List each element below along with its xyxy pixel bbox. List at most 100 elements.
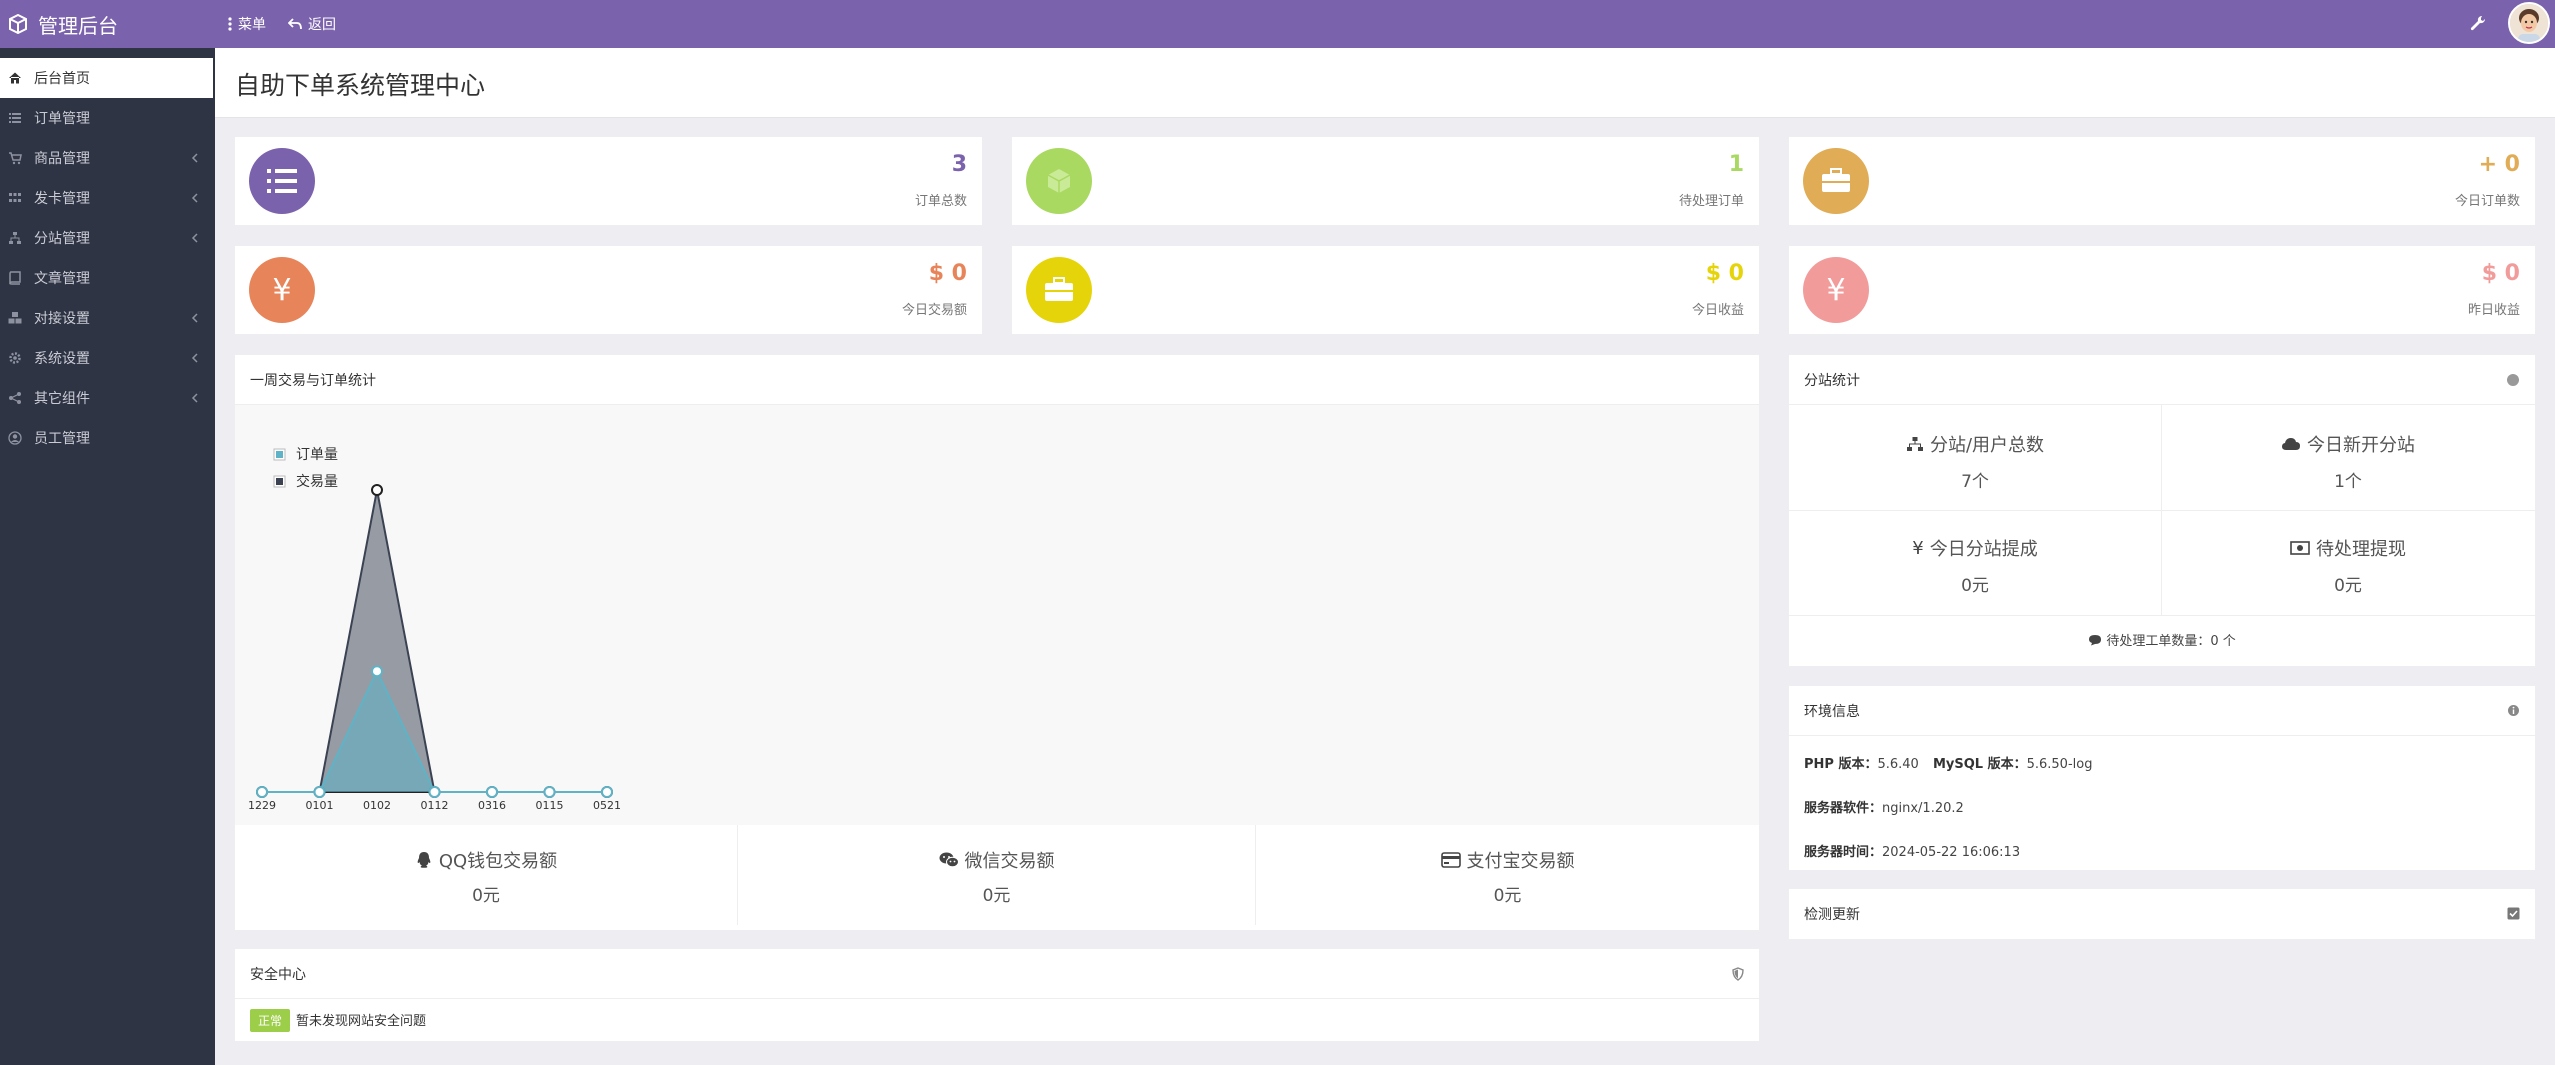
legend-label: 交易量 [296,473,338,490]
payment-value: 0元 [982,886,1011,906]
yen-icon: ¥ [1803,257,1869,323]
circle-icon[interactable] [2506,373,2520,387]
chevron-left-icon [191,313,198,323]
security-panel-header: 安全中心 [235,949,1759,999]
x-tick-label: 0112 [421,799,449,812]
stat-card-today-orders: + 0 今日订单数 [1789,137,2535,225]
security-panel-title: 安全中心 [250,966,306,983]
env-panel-header: 环境信息 [1789,686,2535,736]
sidebar-item-label: 发卡管理 [34,191,90,207]
sidebar-item-articles[interactable]: 文章管理 [0,258,213,298]
info-icon [2508,705,2519,716]
payment-value: 0元 [1493,886,1522,906]
vertical-dots-icon [228,17,232,31]
sidebar-item-staff[interactable]: 员工管理 [0,418,213,458]
sidebar-item-products[interactable]: 商品管理 [0,138,213,178]
sidebar-item-cards[interactable]: 发卡管理 [0,178,213,218]
sidebar-item-label: 其它组件 [34,391,90,407]
weekly-chart: 1229 0101 0102 0112 0316 0115 0521 订单量交易量 [248,447,621,812]
stat-value: $ 0 [928,261,967,286]
substation-label: 今日分站提成 [1929,539,2038,560]
x-tick-label: 0101 [306,799,334,812]
sidebar: 后台首页 订单管理 商品管理 发卡管理 分站管理 文章管理 对接设置 系统设置 … [0,48,215,1065]
list-ol-icon [249,148,315,214]
sidebar-item-label: 系统设置 [34,351,90,367]
chevron-left-icon [191,353,198,363]
menu-button[interactable]: 菜单 [228,0,266,48]
money-icon [2290,541,2310,555]
list-icon [9,113,21,123]
stat-label: 今日收益 [1691,303,1744,318]
series-area-1 [262,490,607,792]
cart-icon [9,152,22,165]
back-label: 返回 [308,17,336,33]
legend-label: 订单量 [296,447,338,463]
comment-icon [2089,635,2102,646]
x-tick-label: 0102 [363,799,391,812]
substation-value: 1个 [2334,472,2362,492]
series-area-0 [262,671,607,792]
substation-value: 7个 [1961,472,1989,492]
check-square-icon [2507,907,2520,920]
sitemap-icon [9,232,21,244]
data-point [486,786,498,798]
payment-qq: QQ钱包交易额 0元 [235,825,738,925]
mysql-value: 5.6.50-log [2026,757,2093,772]
stat-value: 3 [951,152,967,177]
sidebar-item-home[interactable]: 后台首页 [0,58,213,98]
avatar[interactable] [2508,2,2550,44]
chevron-left-icon [191,393,198,403]
sidebar-item-substations[interactable]: 分站管理 [0,218,213,258]
cube-icon [1026,148,1092,214]
env-panel-title: 环境信息 [1804,703,1860,720]
sidebar-item-label: 商品管理 [34,151,90,167]
stat-label: 订单总数 [914,194,967,209]
chevron-left-icon [191,193,198,203]
book-icon [9,271,21,285]
cloud-icon [2282,438,2300,450]
substation-withdraw: 待处理提现 0元 [2161,535,2535,596]
update-panel-header[interactable]: 检测更新 [1789,889,2535,939]
stat-value: 1 [1728,152,1744,177]
qq-icon [417,852,431,868]
back-button[interactable]: 返回 [288,0,336,48]
payment-label: 支付宝交易额 [1466,851,1575,872]
payment-label: QQ钱包交易额 [438,851,558,872]
stat-label: 今日交易额 [901,303,967,318]
chart-panel-title: 一周交易与订单统计 [250,372,376,389]
top-bar: 管理后台 菜单 返回 [0,0,2555,48]
menu-label: 菜单 [238,17,266,33]
series-line-0 [262,668,607,793]
sitemap-icon [1906,437,1923,451]
sidebar-item-label: 分站管理 [34,231,90,247]
reply-icon [288,18,302,30]
sidebar-item-label: 员工管理 [34,431,90,447]
substation-panel-header: 分站统计 [1789,355,2535,405]
sidebar-item-components[interactable]: 其它组件 [0,378,213,418]
stat-card-today-volume: ¥ $ 0 今日交易额 [235,246,982,334]
wrench-icon[interactable] [2468,14,2488,34]
substation-value: 0元 [2334,576,2362,596]
ticket-value: 0 个 [2210,634,2236,649]
env-versions: PHP 版本：5.6.40 MySQL 版本：5.6.50-log [1804,753,2092,772]
sidebar-item-system[interactable]: 系统设置 [0,338,213,378]
stat-value: $ 0 [1705,261,1744,286]
stat-label: 昨日收益 [2467,303,2520,318]
substation-new-today: 今日新开分站 1个 [2161,431,2535,492]
avatar-face-icon [2510,4,2548,42]
data-point [256,786,268,798]
brand-title: 管理后台 [38,13,118,38]
php-value: 5.6.40 [1877,757,1919,772]
security-status: 正常 暂未发现网站安全问题 [250,1009,426,1032]
chart-panel-header: 一周交易与订单统计 [235,355,1759,405]
chevron-left-icon [191,153,198,163]
payment-wechat: 微信交易额 0元 [738,825,1256,925]
sidebar-item-integration[interactable]: 对接设置 [0,298,213,338]
brand[interactable]: 管理后台 [0,0,215,48]
sidebar-item-orders[interactable]: 订单管理 [0,98,213,138]
data-point [601,786,613,798]
x-tick-label: 0316 [478,799,506,812]
update-panel[interactable]: 检测更新 [1789,889,2535,939]
x-tick-label: 1229 [248,799,276,812]
page-title: 自助下单系统管理中心 [235,71,486,100]
